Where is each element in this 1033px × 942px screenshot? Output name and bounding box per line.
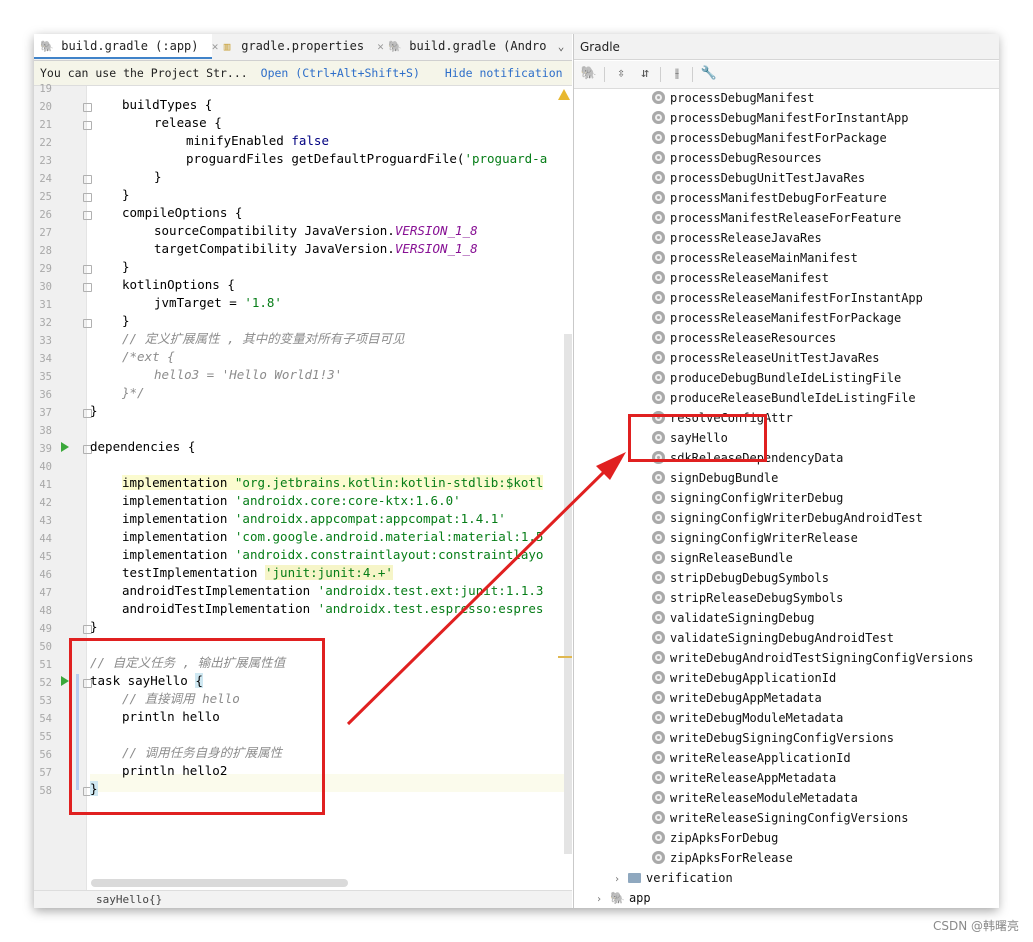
annotation-arrow xyxy=(346,452,626,726)
watermark: CSDN @韩曙亮 xyxy=(932,919,1019,933)
